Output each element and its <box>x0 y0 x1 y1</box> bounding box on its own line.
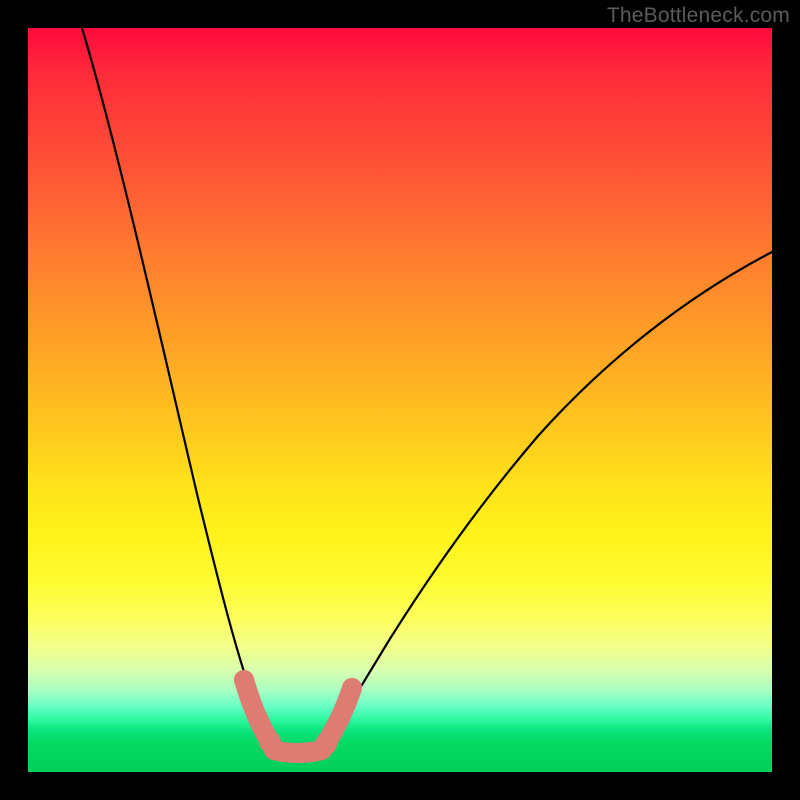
worm-joint-1 <box>234 670 254 690</box>
curve-left-branch <box>82 28 276 746</box>
worm-joint-2 <box>259 731 281 753</box>
worm-joint-3 <box>315 733 337 755</box>
bottom-marker-worm <box>234 670 362 755</box>
watermark-text: TheBottleneck.com <box>607 4 790 28</box>
plot-area <box>28 28 772 772</box>
worm-joint-4 <box>342 678 362 698</box>
worm-bottom-segment <box>274 750 322 753</box>
outer-frame: TheBottleneck.com <box>0 0 800 800</box>
curve-right-branch <box>323 252 772 746</box>
chart-svg <box>28 28 772 772</box>
